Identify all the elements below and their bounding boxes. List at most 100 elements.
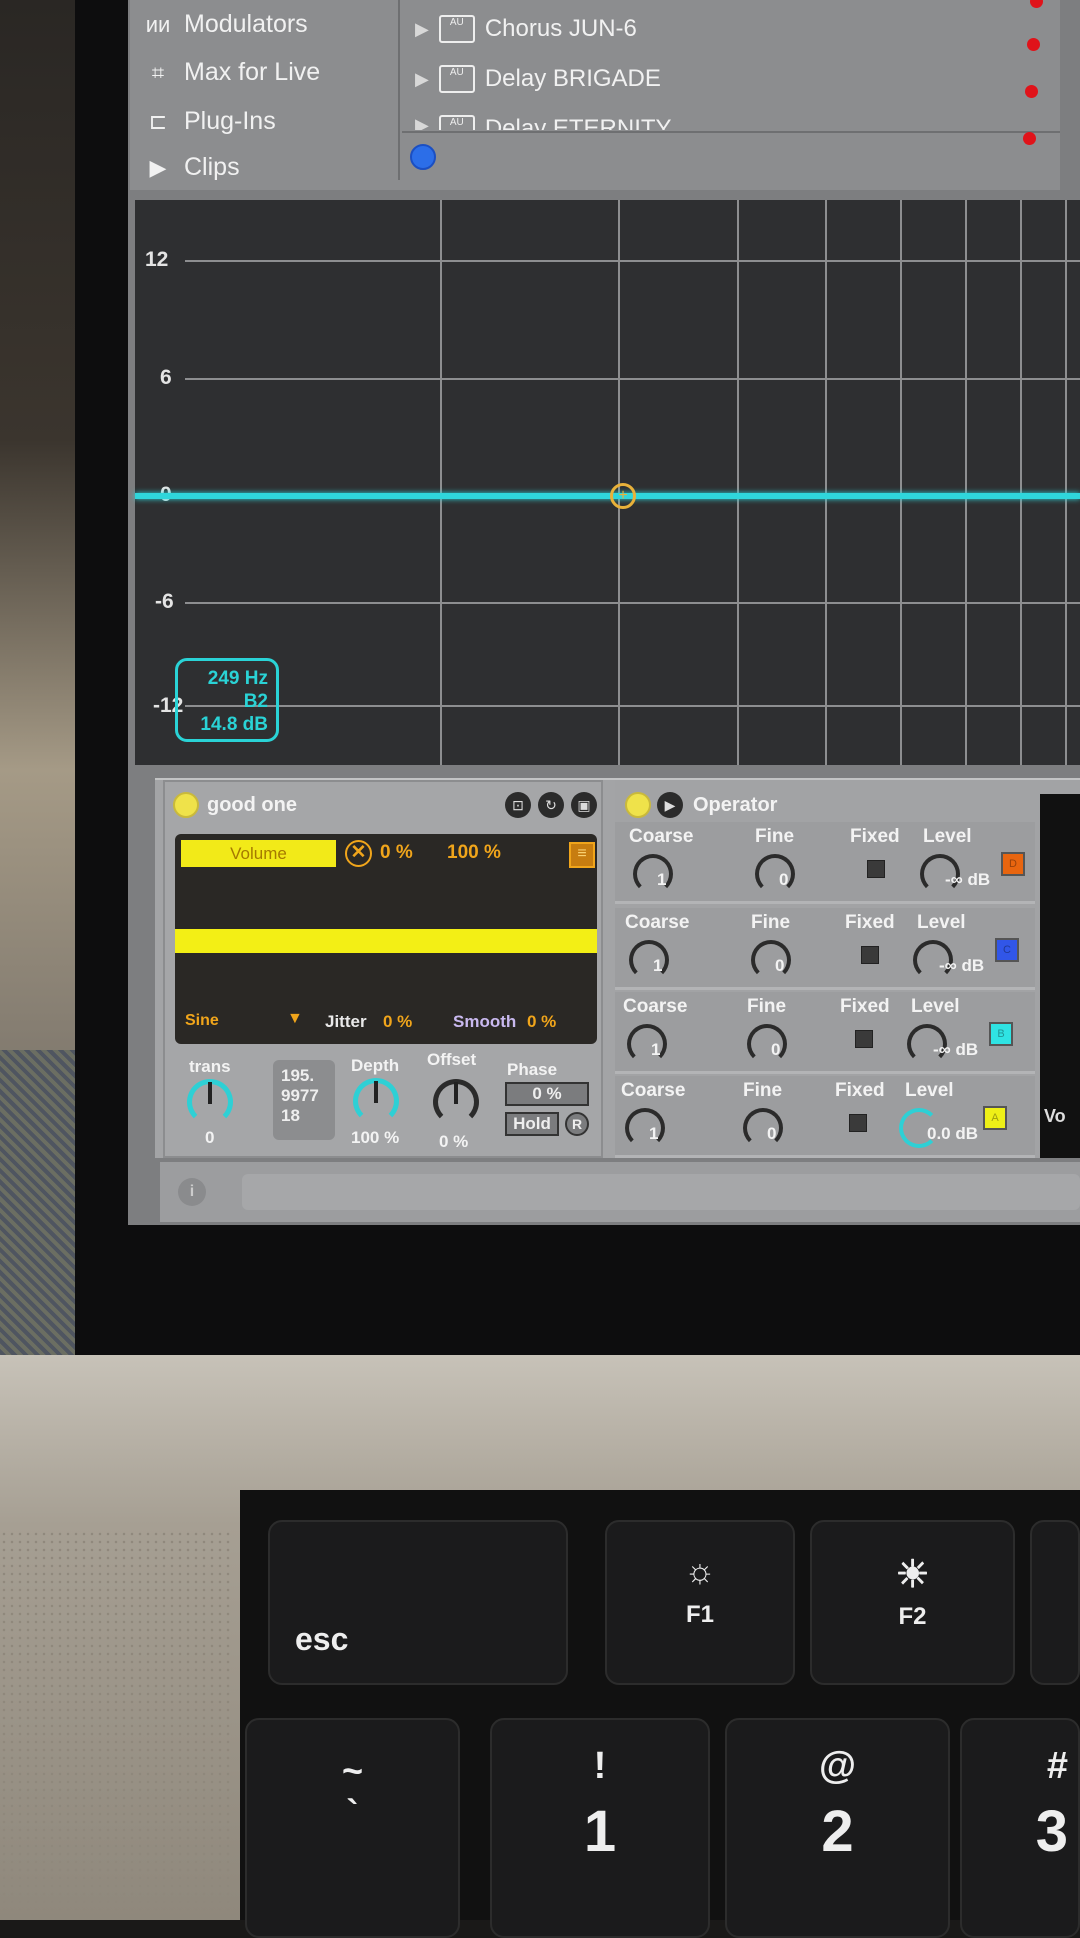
smooth-value[interactable]: 0 % <box>527 1012 556 1032</box>
key-f2[interactable]: ☀ F2 <box>810 1520 1015 1685</box>
gridline <box>825 200 827 765</box>
play-icon[interactable]: ▶ <box>657 792 683 818</box>
sidebar-item-modulators[interactable]: ᴎᴎ Modulators <box>140 10 308 39</box>
coarse-knob[interactable] <box>629 940 669 980</box>
info-icon[interactable]: i <box>178 1178 206 1206</box>
level-value: -∞ dB <box>945 870 991 889</box>
gridline <box>185 602 1080 604</box>
fine-label: Fine <box>743 1080 783 1101</box>
key-label: F1 <box>685 1601 714 1628</box>
au-icon: AU <box>438 65 475 93</box>
offset-knob[interactable] <box>433 1079 479 1125</box>
retrigger-button[interactable]: R <box>565 1112 589 1136</box>
fine-knob[interactable] <box>755 854 795 894</box>
clip-icon: ▶ <box>149 155 167 180</box>
coarse-label: Coarse <box>621 1080 686 1101</box>
device-activator[interactable] <box>173 792 199 818</box>
oscillator-d-button[interactable]: D <box>1001 852 1025 876</box>
key-esc[interactable]: esc <box>268 1520 568 1685</box>
oscillator-row-b: Coarse 1 Fine 0 Fixed Level -∞ dB B <box>615 992 1035 1074</box>
key-label: ` <box>346 1792 359 1833</box>
key-1[interactable]: ! 1 <box>490 1718 710 1938</box>
min-value[interactable]: 0 % <box>380 842 413 864</box>
fixed-toggle[interactable] <box>855 1030 873 1048</box>
fine-knob[interactable] <box>751 940 791 980</box>
hot-swap-icon[interactable]: ↻ <box>538 792 564 818</box>
key-f1[interactable]: ☼ F1 <box>605 1520 795 1685</box>
lfo-display: Volume ✕ 0 % 100 % ≡ Sine ▼ Jitter 0 % S… <box>175 834 597 1044</box>
list-item[interactable]: ▶ AU Chorus JUN-6 <box>415 15 637 43</box>
sidebar-item-max-for-live[interactable]: ⌗ Max for Live <box>140 58 320 87</box>
browser-sidebar: ᴎᴎ Modulators ⌗ Max for Live ⊏ Plug-Ins ▶ Cl… <box>130 0 400 180</box>
key-label: @ <box>818 1745 857 1787</box>
depth-label: Depth <box>351 1056 400 1075</box>
modulators-icon: ᴎᴎ <box>145 11 171 37</box>
list-item-label: Chorus JUN-6 <box>484 15 637 42</box>
y-tick-label: -6 <box>155 590 174 613</box>
oscillator-b-button[interactable]: B <box>989 1022 1013 1046</box>
dropdown-icon[interactable]: ▼ <box>287 1010 303 1028</box>
rate-line: 195. <box>281 1066 315 1085</box>
rate-line: 18 <box>281 1106 300 1125</box>
phase-slider[interactable]: 0 % <box>505 1082 589 1106</box>
device-title: Operator <box>693 794 778 816</box>
trans-knob[interactable] <box>187 1079 233 1125</box>
list-item[interactable]: ▶ AU Delay BRIGADE <box>415 65 661 93</box>
expand-icon[interactable]: ▶ <box>415 115 429 130</box>
y-tick-label: 6 <box>160 366 172 389</box>
depth-knob[interactable] <box>353 1078 399 1124</box>
fixed-toggle[interactable] <box>867 860 885 878</box>
eq-band-node[interactable]: + <box>610 483 636 509</box>
gridline <box>185 260 1080 262</box>
info-text-field <box>242 1174 1080 1210</box>
sidebar-item-clips[interactable]: ▶ Clips <box>140 155 240 180</box>
max-value[interactable]: 100 % <box>447 842 501 864</box>
key-2[interactable]: @2 <box>725 1718 950 1938</box>
key-f3[interactable] <box>1030 1520 1080 1685</box>
expand-icon[interactable]: ▶ <box>415 19 429 40</box>
fixed-toggle[interactable] <box>849 1114 867 1132</box>
list-item[interactable]: ▶ AU Delay ETERNITY <box>415 115 672 130</box>
gridline <box>965 200 967 765</box>
readout-gain: 14.8 dB <box>200 714 268 735</box>
map-target-button[interactable]: Volume <box>181 840 336 867</box>
expand-icon[interactable]: ▶ <box>415 69 429 90</box>
device-activator[interactable] <box>625 792 651 818</box>
coarse-knob[interactable] <box>627 1024 667 1064</box>
hold-button[interactable]: Hold <box>505 1112 559 1136</box>
y-tick-label: 12 <box>145 248 169 271</box>
level-label: Level <box>917 912 966 933</box>
key-3[interactable]: #3 <box>960 1718 1080 1938</box>
fine-value: 0 <box>767 1124 777 1143</box>
menu-icon[interactable]: ≡ <box>569 842 595 868</box>
waveform-select[interactable]: Sine <box>185 1012 219 1030</box>
fine-knob[interactable] <box>747 1024 787 1064</box>
fine-knob[interactable] <box>743 1108 783 1148</box>
jitter-value[interactable]: 0 % <box>383 1012 412 1032</box>
map-icon[interactable]: ⊡ <box>505 792 531 818</box>
oscillator-a-button[interactable]: A <box>983 1106 1007 1130</box>
rate-display[interactable]: 195. 9977 18 <box>273 1060 335 1140</box>
key-label: esc <box>295 1621 349 1657</box>
unmap-icon[interactable]: ✕ <box>345 840 372 867</box>
sidebar-item-plug-ins[interactable]: ⊏ Plug-Ins <box>140 107 276 136</box>
hot-swap-button[interactable] <box>410 144 436 170</box>
gridline <box>1065 200 1067 765</box>
fixed-toggle[interactable] <box>861 946 879 964</box>
oscillator-c-button[interactable]: C <box>995 938 1019 962</box>
eq-readout: 249 Hz B2 14.8 dB <box>175 658 279 742</box>
save-icon[interactable]: ▣ <box>571 792 597 818</box>
oscillator-row-c: Coarse 1 Fine 0 Fixed Level -∞ dB C <box>615 908 1035 990</box>
fixed-label: Fixed <box>835 1080 885 1101</box>
key-tilde[interactable]: ~ ` <box>245 1718 460 1938</box>
fine-label: Fine <box>755 826 795 847</box>
key-label: # <box>1046 1745 1068 1787</box>
sidebar-item-label: Modulators <box>184 10 308 38</box>
coarse-knob[interactable] <box>625 1108 665 1148</box>
eq-display[interactable]: 12 6 0 -6 -12 + 249 Hz B2 14.8 dB <box>135 200 1080 765</box>
oscillator-row-a: Coarse 1 Fine 0 Fixed Level 0.0 dB A <box>615 1076 1035 1158</box>
oscillator-row-d: Coarse 1 Fine 0 Fixed Level -∞ dB D <box>615 822 1035 904</box>
offset-value: 0 % <box>439 1132 469 1151</box>
coarse-knob[interactable] <box>633 854 673 894</box>
keyboard: esc ☼ F1 ☀ F2 ~ ` ! 1 @2 #3 <box>240 1490 1080 1938</box>
